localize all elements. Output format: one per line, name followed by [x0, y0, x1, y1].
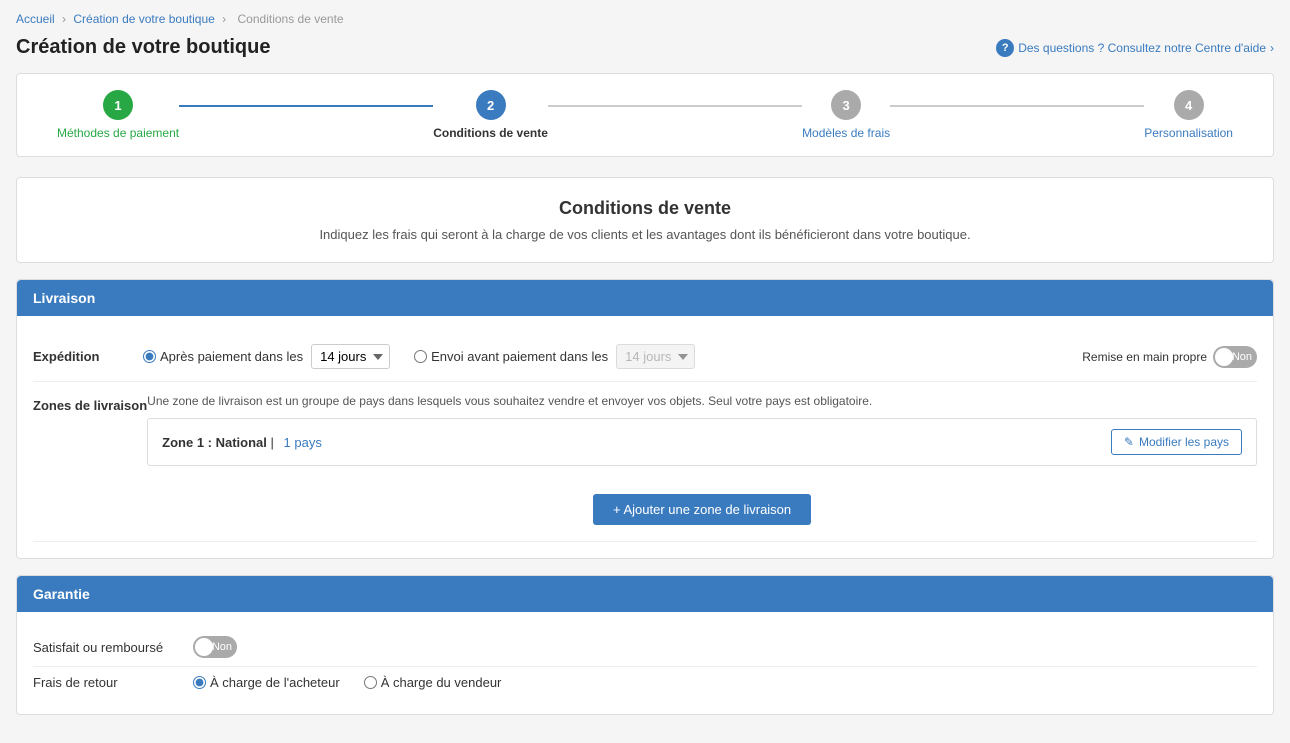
step-2-circle: 2 [476, 90, 506, 120]
zone-item: Zone 1 : National | 1 pays ✎ Modifier le… [147, 418, 1257, 466]
pencil-icon: ✎ [1124, 435, 1134, 449]
frais-retour-content: À charge de l'acheteur À charge du vende… [193, 675, 1257, 690]
expedition-select2[interactable]: 14 jours [616, 344, 695, 369]
breadcrumb-step2: Conditions de vente [238, 12, 344, 26]
expedition-select1[interactable]: 14 jours [311, 344, 390, 369]
radio-acheteur-input[interactable] [193, 676, 206, 689]
radio-vendeur[interactable]: À charge du vendeur [364, 675, 502, 690]
toggle-text: Non [1232, 351, 1252, 363]
satisfait-slider: Non [193, 636, 237, 658]
expedition-row: Expédition Après paiement dans les 14 jo… [33, 332, 1257, 382]
remise-main-propre-toggle[interactable]: Non [1213, 346, 1257, 368]
page-title: Création de votre boutique [16, 36, 270, 59]
radio-apres-paiement-label: Après paiement dans les [160, 349, 303, 364]
step-1-circle: 1 [103, 90, 133, 120]
garantie-header: Garantie [17, 576, 1273, 612]
add-zone-row: + Ajouter une zone de livraison [147, 474, 1257, 529]
breadcrumb-step1[interactable]: Création de votre boutique [73, 12, 214, 26]
zone-separator: | [271, 435, 278, 450]
conditions-subtitle: Indiquez les frais qui seront à la charg… [37, 227, 1253, 242]
toggle-slider: Non [1213, 346, 1257, 368]
radio-acheteur[interactable]: À charge de l'acheteur [193, 675, 340, 690]
radio-apres-paiement-input[interactable] [143, 350, 156, 363]
satisfait-row: Satisfait ou remboursé Non [33, 628, 1257, 667]
zones-description: Une zone de livraison est un groupe de p… [147, 394, 1257, 408]
frais-retour-row: Frais de retour À charge de l'acheteur À… [33, 667, 1257, 698]
page-header: Création de votre boutique ? Des questio… [16, 36, 1274, 59]
breadcrumb-home[interactable]: Accueil [16, 12, 55, 26]
radio-vendeur-label: À charge du vendeur [381, 675, 502, 690]
help-link[interactable]: ? Des questions ? Consultez notre Centre… [996, 39, 1274, 57]
toggle-knob [1215, 348, 1233, 366]
step-line-2 [548, 105, 802, 107]
step-3-circle: 3 [831, 90, 861, 120]
help-link-text: Des questions ? Consultez notre Centre d… [1018, 41, 1266, 55]
radio-envoi-avant-label: Envoi avant paiement dans les [431, 349, 608, 364]
zone-name-wrapper: Zone 1 : National | 1 pays [162, 435, 322, 450]
stepper: 1 Méthodes de paiement 2 Conditions de v… [57, 90, 1233, 140]
step-2[interactable]: 2 Conditions de vente [433, 90, 548, 140]
modify-countries-button[interactable]: ✎ Modifier les pays [1111, 429, 1242, 455]
satisfait-knob [195, 638, 213, 656]
step-3-label: Modèles de frais [802, 126, 890, 140]
satisfait-content: Non [193, 636, 1257, 658]
radio-vendeur-input[interactable] [364, 676, 377, 689]
zones-label: Zones de livraison [33, 394, 147, 413]
remise-main-propre-label: Remise en main propre [1082, 350, 1207, 364]
radio-envoi-avant-input[interactable] [414, 350, 427, 363]
step-3[interactable]: 3 Modèles de frais [802, 90, 890, 140]
step-1-label: Méthodes de paiement [57, 126, 179, 140]
radio-envoi-avant[interactable]: Envoi avant paiement dans les [414, 349, 608, 364]
step-4[interactable]: 4 Personnalisation [1144, 90, 1233, 140]
radio-apres-paiement[interactable]: Après paiement dans les [143, 349, 303, 364]
satisfait-label: Satisfait ou remboursé [33, 640, 193, 655]
remise-main-propre-toggle-wrapper: Remise en main propre Non [1082, 346, 1257, 368]
step-line-3 [890, 105, 1144, 107]
zone-name: Zone 1 : National [162, 435, 267, 450]
step-line-1 [179, 105, 433, 107]
zones-row: Zones de livraison Une zone de livraison… [33, 382, 1257, 542]
zone-count: 1 pays [284, 435, 322, 450]
frais-retour-label: Frais de retour [33, 675, 193, 690]
conditions-header: Conditions de vente Indiquez les frais q… [16, 177, 1274, 263]
livraison-body: Expédition Après paiement dans les 14 jo… [17, 316, 1273, 558]
step-4-label: Personnalisation [1144, 126, 1233, 140]
radio-acheteur-label: À charge de l'acheteur [210, 675, 340, 690]
livraison-header: Livraison [17, 280, 1273, 316]
livraison-block: Livraison Expédition Après paiement dans… [16, 279, 1274, 559]
add-zone-button[interactable]: + Ajouter une zone de livraison [593, 494, 811, 525]
garantie-block: Garantie Satisfait ou remboursé Non Frai… [16, 575, 1274, 715]
help-icon: ? [996, 39, 1014, 57]
modify-btn-label: Modifier les pays [1139, 435, 1229, 449]
step-4-circle: 4 [1174, 90, 1204, 120]
step-2-label: Conditions de vente [433, 126, 548, 140]
chevron-right-icon: › [1270, 41, 1274, 55]
satisfait-toggle-text: Non [212, 641, 232, 653]
expedition-content: Après paiement dans les 14 jours Envoi a… [143, 344, 1082, 369]
garantie-body: Satisfait ou remboursé Non Frais de reto… [17, 612, 1273, 714]
stepper-container: 1 Méthodes de paiement 2 Conditions de v… [16, 73, 1274, 157]
breadcrumb: Accueil › Création de votre boutique › C… [16, 12, 1274, 26]
satisfait-toggle[interactable]: Non [193, 636, 237, 658]
step-1[interactable]: 1 Méthodes de paiement [57, 90, 179, 140]
zones-content: Une zone de livraison est un groupe de p… [147, 394, 1257, 529]
conditions-title: Conditions de vente [37, 198, 1253, 219]
expedition-label: Expédition [33, 349, 143, 364]
